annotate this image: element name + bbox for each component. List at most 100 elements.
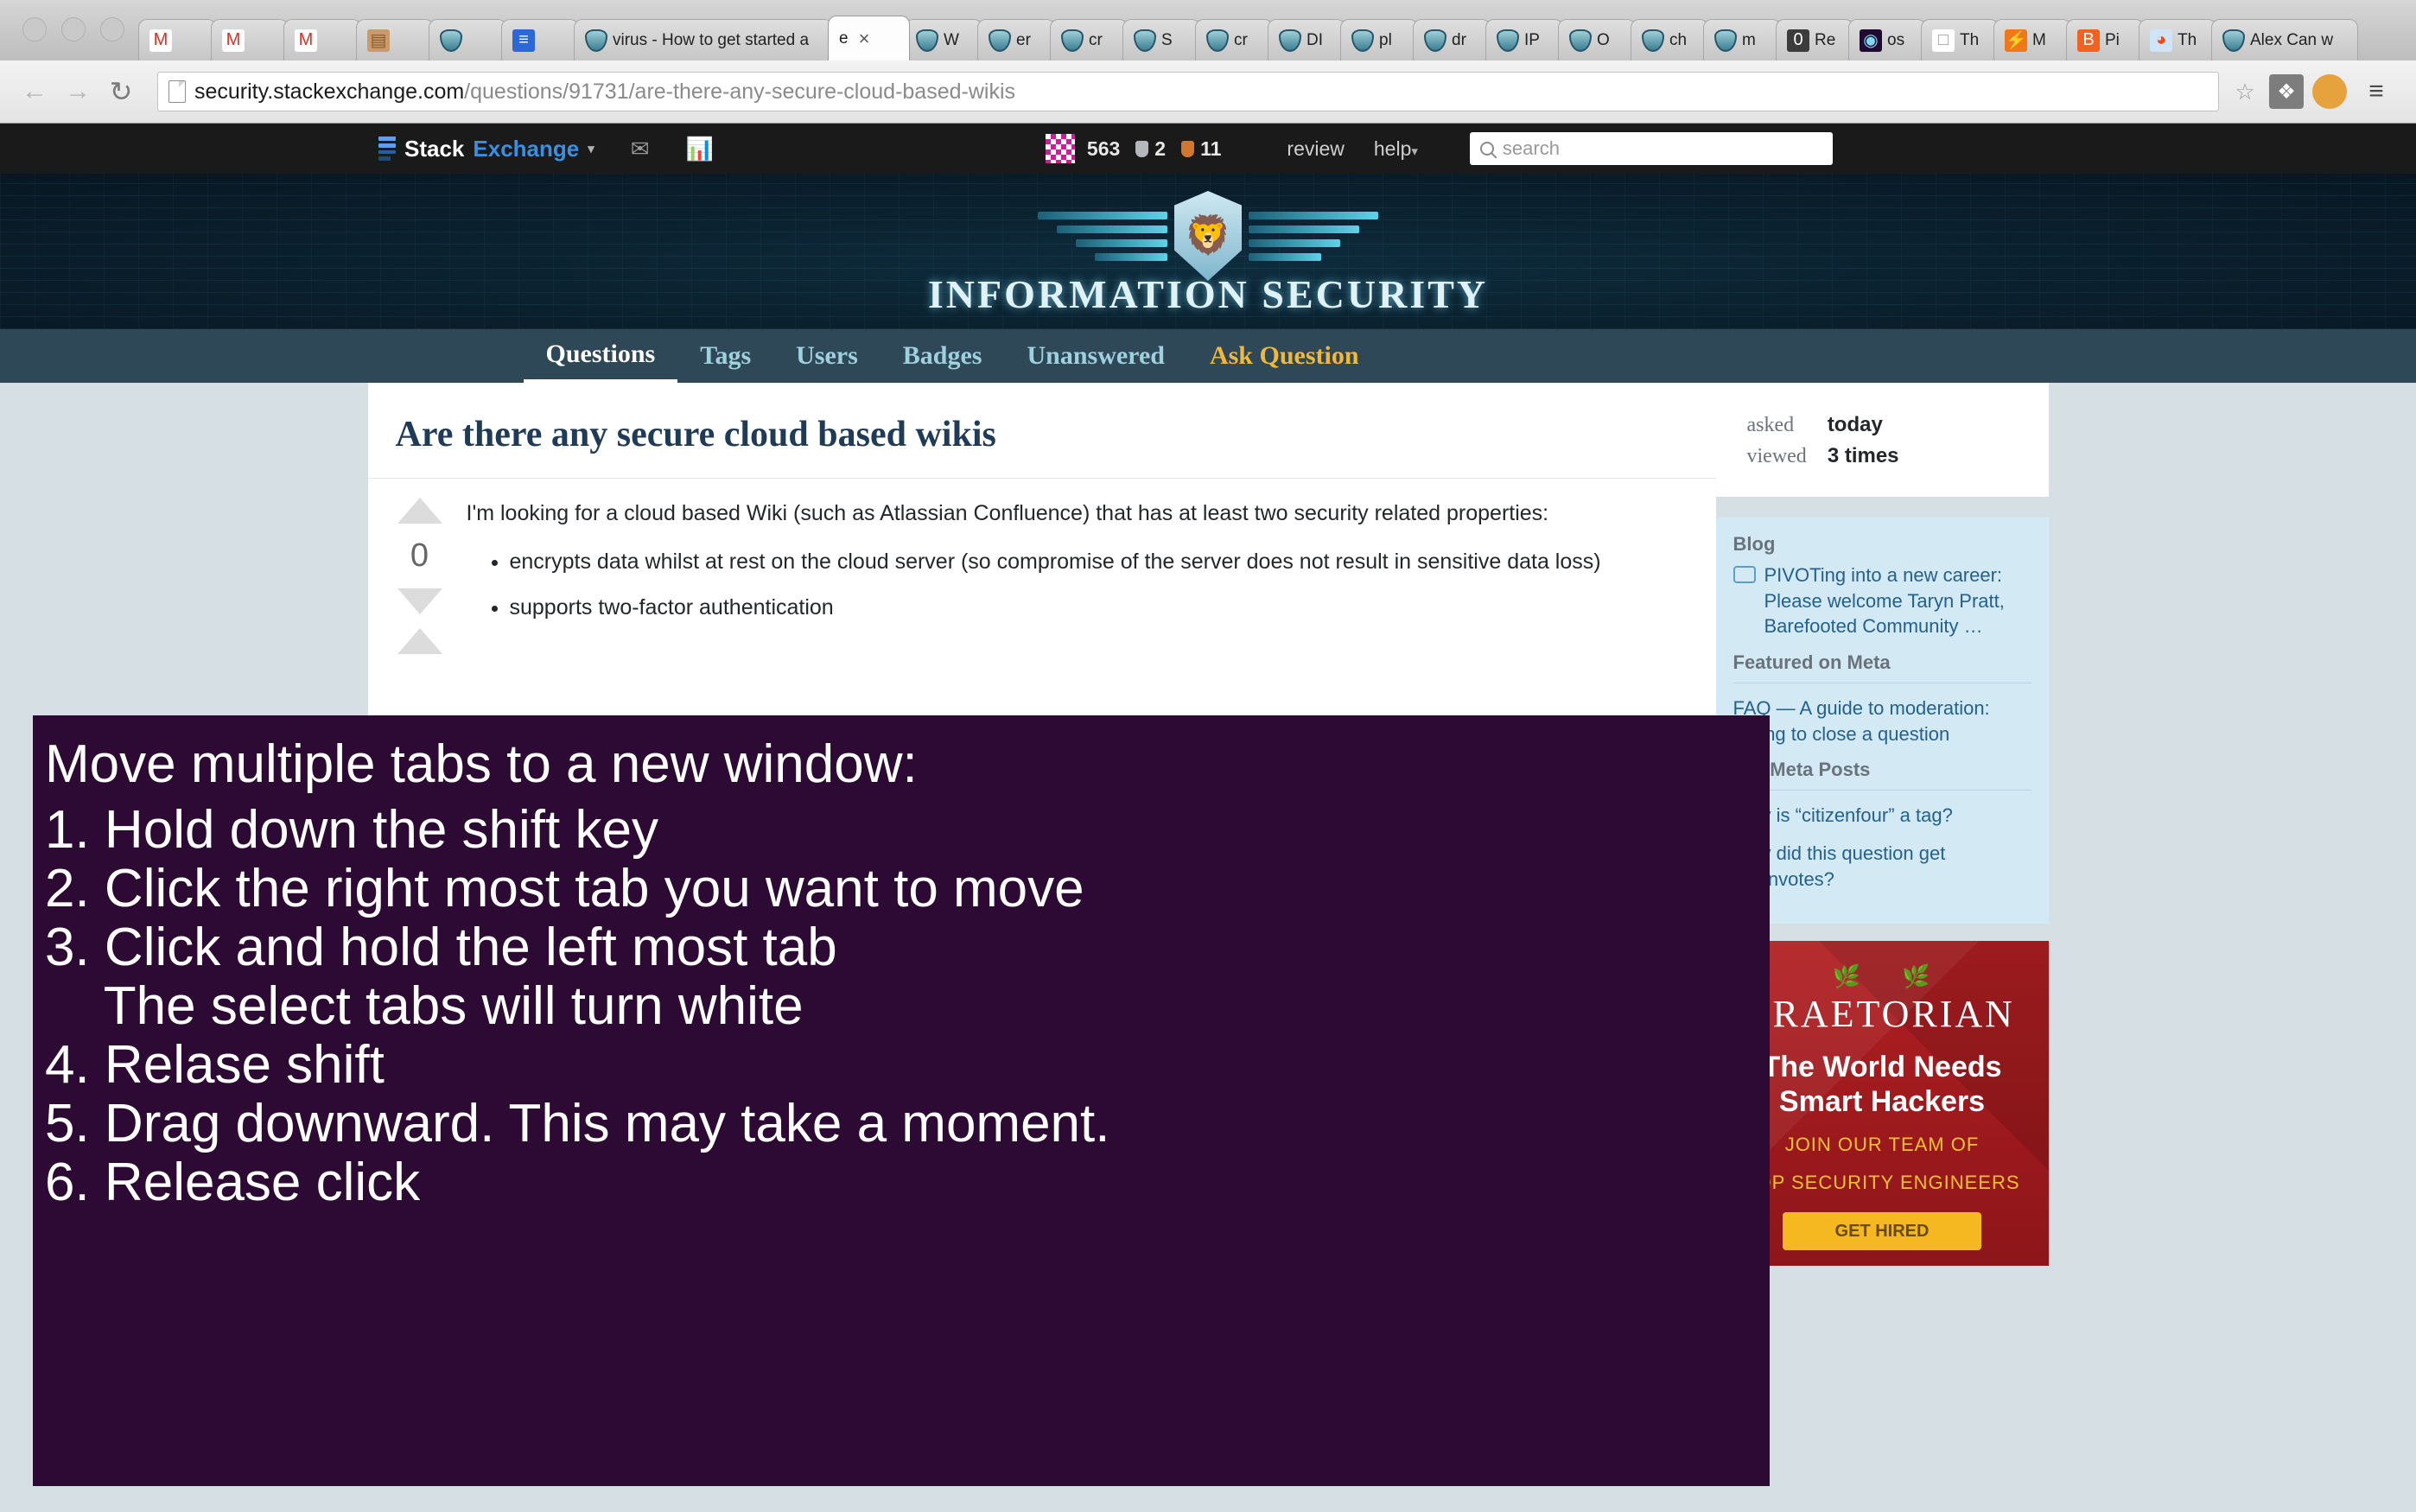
lion-glyph: 🦁 (1184, 214, 1232, 257)
reputation-count[interactable]: 563 (1087, 137, 1120, 161)
browser-tab[interactable]: e × (828, 16, 910, 60)
browser-tab[interactable]: ▤ (356, 19, 434, 60)
question-bullet: supports two-factor authentication (510, 592, 1688, 625)
tab-label: dr (1452, 30, 1466, 49)
browser-tab[interactable]: B Pi (2066, 19, 2144, 60)
review-link[interactable]: review (1287, 137, 1344, 161)
stackexchange-security-icon (1061, 29, 1084, 52)
browser-tab[interactable]: M (138, 19, 216, 60)
close-tab-icon[interactable]: × (859, 28, 870, 50)
tab-label: m (1742, 30, 1756, 49)
achievements-icon[interactable]: 📊 (686, 136, 714, 162)
browser-tab[interactable]: ◉ os (1848, 19, 1926, 60)
stackexchange-security-icon (1206, 29, 1229, 52)
browser-tab[interactable]: Alex Can w (2211, 19, 2358, 60)
overlay-line: 5. Drag downward. This may take a moment… (45, 1094, 1110, 1153)
blog-post-row[interactable]: PIVOTing into a new career: Please welco… (1733, 562, 2031, 639)
browser-menu-button[interactable]: ≡ (2357, 73, 2395, 111)
question-bullet: encrypts data whilst at rest on the clou… (510, 546, 1688, 579)
url-path: /questions/91731/are-there-any-secure-cl… (464, 79, 1016, 104)
browser-tab[interactable]: cr (1050, 19, 1128, 60)
hot-meta-post-link[interactable]: Why did this question get downvotes? (1733, 841, 2031, 892)
forward-button[interactable]: → (59, 73, 97, 111)
google-docs-icon: ≡ (512, 29, 535, 52)
question-bullet-list: encrypts data whilst at rest on the clou… (510, 546, 1688, 625)
gmail-icon: M (222, 29, 245, 52)
nav-item-ask-question[interactable]: Ask Question (1187, 329, 1382, 383)
nav-item-users[interactable]: Users (773, 329, 881, 383)
favorite-star-icon[interactable] (397, 628, 442, 654)
zero-icon: 0 (1787, 29, 1809, 52)
nav-item-unanswered[interactable]: Unanswered (1004, 329, 1186, 383)
browser-tab[interactable]: S (1122, 19, 1200, 60)
zoom-window-button[interactable] (100, 17, 124, 41)
browser-tab[interactable]: M (211, 19, 289, 60)
tab-label: cr (1234, 30, 1248, 49)
stackexchange-security-icon (1569, 29, 1592, 52)
stackexchange-logo[interactable]: Stack Exchange ▾ (378, 136, 594, 162)
bronze-badge-count[interactable]: 11 (1200, 137, 1221, 161)
browser-tab[interactable]: ⚡ M (1993, 19, 2071, 60)
nav-item-badges[interactable]: Badges (881, 329, 1005, 383)
browser-tab[interactable]: O (1558, 19, 1636, 60)
silver-badge-count[interactable]: 2 (1154, 137, 1166, 161)
meta-post-row[interactable]: FAQ — A guide to moderation: Voting to c… (1733, 696, 2031, 746)
reload-button[interactable]: ↻ (102, 73, 140, 111)
blog-icon (1733, 566, 1756, 583)
browser-tab[interactable]: W (905, 19, 982, 60)
downvote-button[interactable] (397, 588, 442, 614)
search-input[interactable]: search (1469, 132, 1833, 165)
tab-label: os (1887, 30, 1905, 49)
help-link[interactable]: help▾ (1374, 137, 1418, 161)
bronze-badge-icon (1181, 140, 1195, 157)
browser-tab[interactable]: er (977, 19, 1055, 60)
vote-count: 0 (410, 537, 429, 574)
browser-tab[interactable]: DI (1268, 19, 1345, 60)
browser-tab[interactable]: ch (1631, 19, 1708, 60)
avatar[interactable] (1045, 134, 1075, 163)
tab-list[interactable]: M M M ▤ ≡ virus - How to get started a e × Wer cr… (138, 0, 2416, 60)
close-window-button[interactable] (22, 17, 47, 41)
silver-badge-icon (1135, 140, 1149, 157)
browser-tab[interactable]: virus - How to get started a (574, 19, 833, 60)
stackexchange-security-icon (1714, 29, 1737, 52)
extension-cookie-icon[interactable] (2312, 74, 2347, 109)
browser-tab[interactable]: ◕ Th (2139, 19, 2216, 60)
browser-tab[interactable]: pl (1340, 19, 1418, 60)
ad-brand: PRAETORIAN (1749, 992, 2015, 1035)
hot-meta-post-row[interactable]: Why did this question get downvotes? (1733, 841, 2031, 892)
minimize-window-button[interactable] (61, 17, 86, 41)
search-placeholder: search (1502, 137, 1560, 159)
page-info-icon[interactable] (168, 80, 186, 103)
browser-tab[interactable] (429, 19, 506, 60)
osx-icon: ◉ (1860, 29, 1882, 52)
nav-item-tags[interactable]: Tags (677, 329, 773, 383)
browser-tab[interactable]: m (1703, 19, 1781, 60)
meta-post-link[interactable]: FAQ — A guide to moderation: Voting to c… (1733, 696, 2031, 746)
chevron-down-icon: ▾ (1411, 143, 1418, 159)
browser-tab[interactable]: □ Th (1921, 19, 1999, 60)
post-stats: asked today viewed 3 times (1715, 383, 2049, 497)
chevron-down-icon[interactable]: ▾ (588, 141, 594, 156)
banner-logo: 🦁 (1038, 191, 1378, 281)
browser-tab[interactable]: IP (1485, 19, 1563, 60)
nav-item-questions[interactable]: Questions (523, 329, 678, 383)
search-icon (1479, 142, 1494, 156)
browser-tab[interactable]: cr (1195, 19, 1273, 60)
inbox-icon[interactable]: ✉ (631, 136, 650, 162)
user-controls: 563 2 11 review help▾ search (1045, 132, 1833, 165)
upvote-button[interactable] (397, 498, 442, 524)
browser-tab[interactable]: dr (1413, 19, 1491, 60)
bookmark-star-icon[interactable]: ☆ (2229, 76, 2260, 107)
browser-tab[interactable]: 0 Re (1776, 19, 1853, 60)
address-bar[interactable]: security.stackexchange.com/questions/917… (157, 72, 2219, 111)
window-controls[interactable] (0, 17, 138, 60)
browser-tab[interactable]: ≡ (501, 19, 579, 60)
ad-cta-button[interactable]: GET HIRED (1783, 1212, 1981, 1251)
extension-puzzle-icon[interactable]: ❖ (2269, 74, 2304, 109)
hot-meta-post-row[interactable]: Why is “citizenfour” a tag? (1733, 803, 2031, 829)
blog-post-link[interactable]: PIVOTing into a new career: Please welco… (1764, 562, 2031, 639)
browser-tab[interactable]: M (283, 19, 361, 60)
back-button[interactable]: ← (16, 73, 54, 111)
overlay-line: 2. Click the right most tab you want to … (45, 859, 1084, 918)
